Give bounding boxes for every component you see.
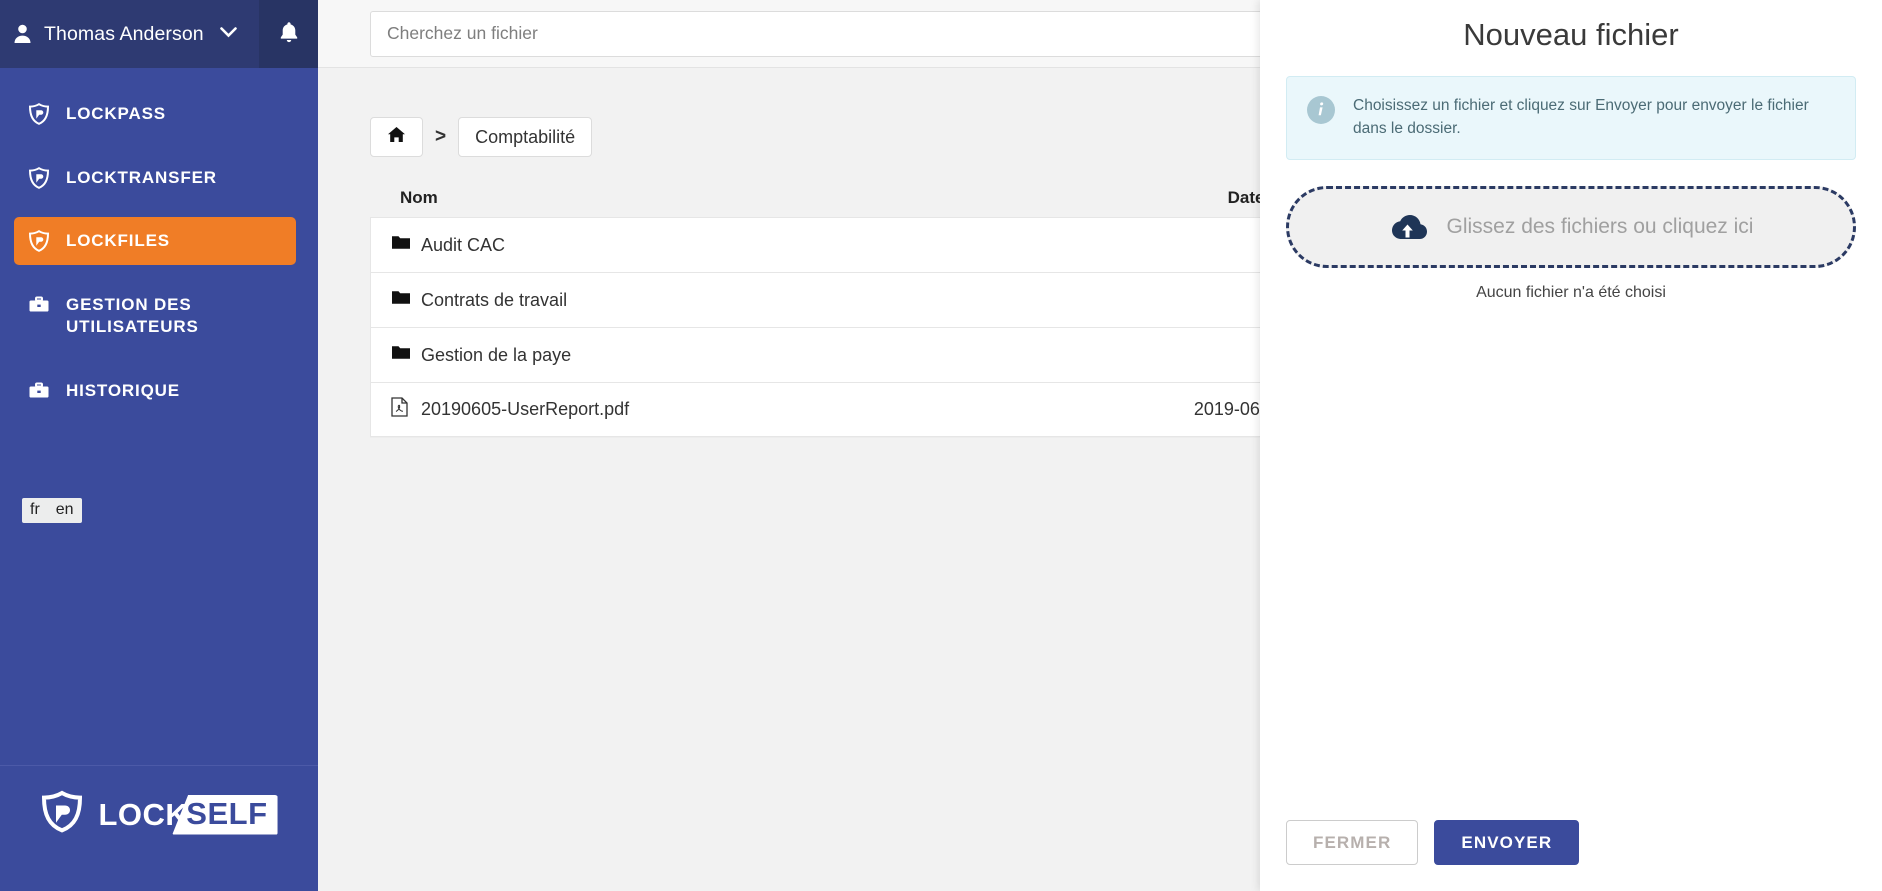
breadcrumb-separator: > <box>435 126 447 147</box>
user-name: Thomas Anderson <box>44 22 204 45</box>
panel-body: Choisissez un fichier et cliquez sur Env… <box>1260 76 1882 820</box>
sidebar-divider <box>0 765 318 766</box>
info-alert-text: Choisissez un fichier et cliquez sur Env… <box>1353 97 1809 138</box>
briefcase-icon <box>28 380 50 402</box>
lockself-logo: LOCK SELF <box>0 790 318 839</box>
folder-icon <box>391 289 421 311</box>
dropzone-status: Aucun fichier n'a été choisi <box>1476 283 1666 301</box>
sidebar-item-label: LOCKTRANSFER <box>66 167 217 187</box>
user-menu[interactable]: Thomas Anderson <box>0 0 259 68</box>
sidebar-nav: LOCKPASS LOCKTRANSFER LOCKFILES GESTION … <box>0 68 318 415</box>
file-name: 20190605-UserReport.pdf <box>421 399 630 419</box>
pdf-file-icon <box>391 397 421 422</box>
briefcase-icon <box>28 294 50 316</box>
cloud-upload-icon <box>1389 212 1429 242</box>
sidebar-item-gestion-des-utilisateurs[interactable]: GESTION DES UTILISATEURS <box>14 281 296 351</box>
breadcrumb-home-button[interactable] <box>370 117 423 157</box>
home-icon <box>387 126 406 148</box>
sidebar-item-historique[interactable]: HISTORIQUE <box>14 367 296 415</box>
sidebar-item-label: GESTION DES UTILISATEURS <box>66 294 199 337</box>
info-icon <box>1307 96 1335 124</box>
shield-icon <box>28 103 50 125</box>
lockself-shield-icon <box>40 790 84 839</box>
logo-text-lock: LOCK <box>98 796 189 832</box>
folder-icon <box>391 234 421 256</box>
send-button[interactable]: ENVOYER <box>1434 820 1580 865</box>
info-alert: Choisissez un fichier et cliquez sur Env… <box>1286 76 1856 160</box>
sidebar-item-lockfiles[interactable]: LOCKFILES <box>14 217 296 265</box>
sidebar-topbar: Thomas Anderson <box>0 0 318 68</box>
sidebar-item-label: LOCKFILES <box>66 231 170 251</box>
shield-icon <box>28 166 50 189</box>
panel-footer: FERMER ENVOYER <box>1260 820 1882 891</box>
lang-option-en[interactable]: en <box>48 498 82 523</box>
file-dropzone[interactable]: Glissez des fichiers ou cliquez ici <box>1286 185 1856 268</box>
breadcrumb-current-folder[interactable]: Comptabilité <box>458 117 593 157</box>
sidebar: Thomas Anderson LOCKPASS LOCKTRANSFER LO… <box>0 0 318 891</box>
bell-icon <box>279 21 299 48</box>
language-switcher[interactable]: fr en <box>22 498 82 523</box>
file-name: Audit CAC <box>421 234 506 255</box>
notifications-button[interactable] <box>259 0 318 68</box>
dropzone-label: Glissez des fichiers ou cliquez ici <box>1446 214 1754 238</box>
close-button[interactable]: FERMER <box>1286 820 1419 865</box>
application-window: Thomas Anderson LOCKPASS LOCKTRANSFER LO… <box>0 0 1882 891</box>
panel-title: Nouveau fichier <box>1463 17 1679 52</box>
new-file-panel: Nouveau fichier Choisissez un fichier et… <box>1260 0 1882 891</box>
file-name: Gestion de la paye <box>421 344 572 365</box>
sidebar-item-lockpass[interactable]: LOCKPASS <box>14 90 296 138</box>
sidebar-item-locktransfer[interactable]: LOCKTRANSFER <box>14 154 296 202</box>
lang-option-fr[interactable]: fr <box>22 498 48 523</box>
column-header-name[interactable]: Nom <box>400 188 1000 208</box>
sidebar-item-label: HISTORIQUE <box>66 381 180 401</box>
sidebar-item-label: LOCKPASS <box>66 104 166 123</box>
file-name: Contrats de travail <box>421 289 568 310</box>
logo-text-self: SELF <box>172 794 278 835</box>
chevron-down-icon[interactable] <box>220 25 237 43</box>
user-icon <box>14 24 31 44</box>
folder-icon <box>391 344 421 366</box>
shield-icon <box>28 230 50 253</box>
